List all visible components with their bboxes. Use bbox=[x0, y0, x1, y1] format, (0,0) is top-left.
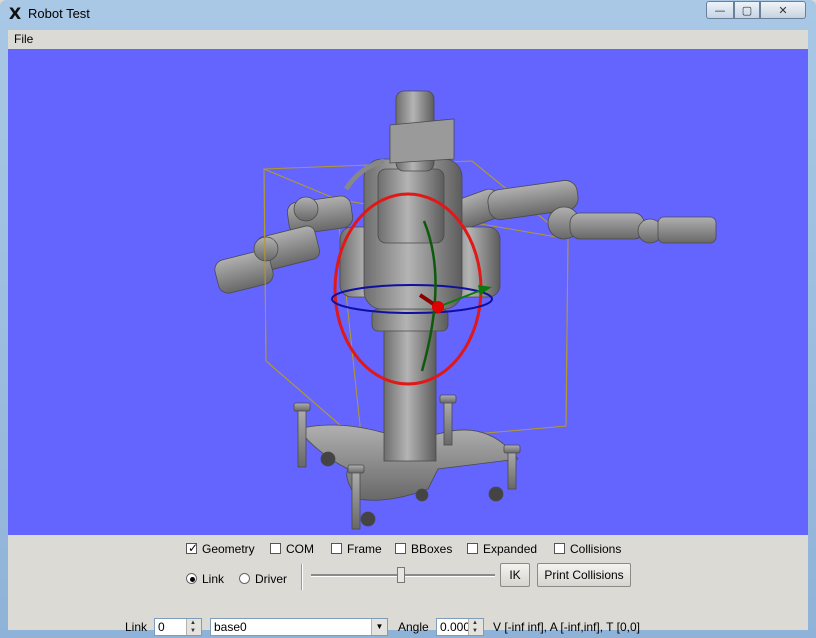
checkbox-box[interactable] bbox=[331, 543, 342, 554]
spinner-arrows[interactable]: ▲ ▼ bbox=[186, 619, 201, 635]
left-arm bbox=[214, 195, 354, 294]
checkbox-box[interactable] bbox=[554, 543, 565, 554]
pedestal bbox=[383, 318, 437, 462]
spin-down-icon[interactable]: ▼ bbox=[190, 628, 196, 634]
checkbox-box[interactable]: ✓ bbox=[186, 541, 199, 555]
menu-file[interactable]: File bbox=[14, 32, 33, 46]
checkbox-label: COM bbox=[286, 542, 314, 556]
limits-readout: V [-inf inf], A [-inf,inf], T [0,0] bbox=[493, 620, 640, 634]
checkbox-label: Geometry bbox=[202, 542, 255, 556]
checkbox-label: BBoxes bbox=[411, 542, 453, 556]
checkbox-box[interactable] bbox=[270, 543, 281, 554]
angle-slider-thumb[interactable] bbox=[397, 567, 405, 583]
angle-value: 0.000 bbox=[440, 620, 471, 634]
checkbox-label: Expanded bbox=[483, 542, 538, 556]
radio-selected-dot bbox=[190, 577, 195, 582]
robot-scene bbox=[214, 90, 717, 530]
spin-up-icon[interactable]: ▲ bbox=[472, 620, 478, 626]
control-panel: ✓ Geometry COM Frame BBoxes Expanded Col… bbox=[8, 536, 808, 636]
client-area: File ✓ Geometry COM Frame BBoxes Expande… bbox=[8, 30, 808, 636]
3d-viewport[interactable] bbox=[8, 49, 808, 535]
checkbox-label: Frame bbox=[347, 542, 382, 556]
link-index-spinner[interactable]: 0 ▲ ▼ bbox=[154, 618, 202, 636]
print-collisions-button[interactable]: Print Collisions bbox=[537, 563, 631, 587]
angle-spinner[interactable]: 0.000 ▲ ▼ bbox=[436, 618, 484, 636]
check-icon: ✓ bbox=[188, 541, 199, 555]
spin-down-icon[interactable]: ▼ bbox=[472, 628, 478, 634]
ik-button[interactable]: IK bbox=[500, 563, 530, 587]
menu-bar: File bbox=[8, 30, 808, 48]
radio-circle[interactable] bbox=[239, 573, 250, 584]
link-name-value: base0 bbox=[214, 620, 247, 634]
checkbox-label: Collisions bbox=[570, 542, 622, 556]
x11-app-icon: X bbox=[8, 4, 22, 23]
chevron-down-icon[interactable]: ▼ bbox=[371, 619, 387, 635]
app-window: X Robot Test — ▢ ✕ File ✓ Geometry COM F… bbox=[0, 0, 816, 638]
radio-label: Driver bbox=[255, 572, 287, 586]
checkbox-box[interactable] bbox=[395, 543, 406, 554]
radio-label: Link bbox=[202, 572, 225, 586]
angle-label: Angle bbox=[398, 620, 429, 634]
close-button[interactable]: ✕ bbox=[760, 1, 806, 19]
radio-circle[interactable] bbox=[186, 573, 197, 584]
link-label: Link bbox=[125, 620, 148, 634]
window-title: Robot Test bbox=[28, 6, 90, 21]
title-bar[interactable]: X Robot Test — ▢ ✕ bbox=[0, 0, 816, 28]
separator bbox=[301, 564, 303, 590]
minimize-button[interactable]: — bbox=[706, 1, 734, 19]
spin-up-icon[interactable]: ▲ bbox=[190, 620, 196, 626]
link-name-select[interactable]: base0 ▼ bbox=[210, 618, 388, 636]
checkbox-box[interactable] bbox=[467, 543, 478, 554]
spinner-arrows[interactable]: ▲ ▼ bbox=[468, 619, 483, 635]
link-index-value: 0 bbox=[158, 620, 165, 634]
maximize-button[interactable]: ▢ bbox=[734, 1, 760, 19]
